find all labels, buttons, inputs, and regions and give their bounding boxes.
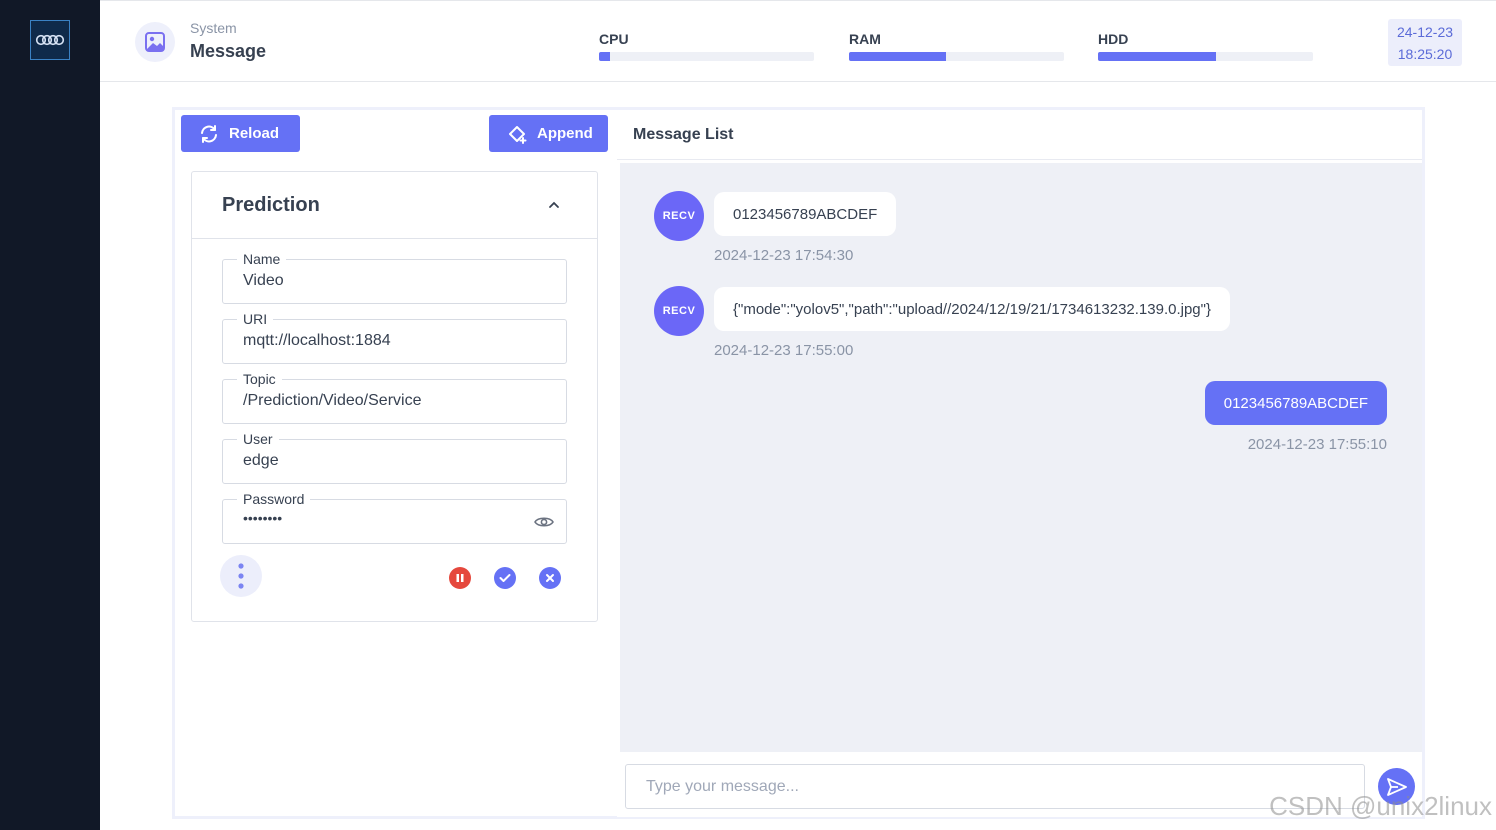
message-list-header: Message List (617, 110, 1422, 160)
page-title: Message (190, 41, 267, 61)
append-button[interactable]: Append (489, 115, 608, 152)
clock-date: 24-12-23 (1396, 24, 1454, 40)
sent-message-bubble: 0123456789ABCDEF (1204, 381, 1387, 425)
cancel-button[interactable] (539, 567, 561, 589)
recv-avatar: RECV (654, 286, 704, 336)
password-field-value[interactable]: •••••••• (243, 510, 282, 526)
ram-meter-fill (849, 52, 946, 61)
pause-button[interactable] (449, 567, 471, 589)
name-field[interactable]: Name Video (222, 250, 567, 304)
name-field-label: Name (237, 250, 287, 268)
password-field-label: Password (237, 490, 311, 508)
password-field[interactable]: Password •••••••• (222, 490, 567, 544)
message-timestamp: 2024-12-23 17:55:00 (714, 342, 854, 359)
message-timestamp: 2024-12-23 17:55:10 (1247, 436, 1387, 453)
image-icon (135, 22, 175, 62)
logo-icon[interactable] (30, 20, 70, 60)
append-icon (509, 125, 527, 144)
clock-time: 18:25:20 (1397, 46, 1453, 62)
cpu-label: CPU (599, 31, 629, 47)
reload-icon (201, 124, 217, 143)
watermark: CSDN @unix2linux (1269, 791, 1492, 821)
topic-field[interactable]: Topic /Prediction/Video/Service (222, 370, 567, 424)
hdd-label: HDD (1098, 31, 1129, 47)
confirm-button[interactable] (494, 567, 516, 589)
card-title: Prediction (222, 194, 320, 216)
user-field[interactable]: User edge (222, 430, 567, 484)
message-area[interactable]: RECV 0123456789ABCDEF 2024-12-23 17:54:3… (620, 163, 1422, 752)
uri-field-label: URI (237, 310, 274, 328)
eye-icon[interactable] (534, 514, 554, 530)
cpu-meter: CPU (599, 31, 814, 61)
prediction-card: Prediction Name Video URI mqtt://localho… (191, 171, 598, 622)
message-list-title: Message List (633, 126, 734, 143)
reload-label: Reload (229, 125, 280, 142)
message-bubble: {"mode":"yolov5","path":"upload//2024/12… (714, 287, 1230, 331)
more-options-button[interactable] (220, 555, 262, 597)
more-vert-icon (238, 563, 244, 589)
uri-field-value[interactable]: mqtt://localhost:1884 (243, 332, 391, 350)
reload-button[interactable]: Reload (181, 115, 300, 152)
hdd-meter-fill (1098, 52, 1217, 61)
card-header[interactable]: Prediction (192, 172, 597, 239)
ram-meter: RAM (849, 31, 1064, 61)
chevron-up-icon[interactable] (547, 198, 561, 212)
close-icon (546, 574, 554, 582)
append-label: Append (537, 125, 593, 142)
breadcrumb-parent: System (190, 20, 237, 36)
topic-field-value[interactable]: /Prediction/Video/Service (243, 392, 421, 410)
cpu-meter-fill (599, 52, 610, 61)
uri-field[interactable]: URI mqtt://localhost:1884 (222, 310, 567, 364)
clock-badge: 24-12-23 18:25:20 (1388, 19, 1462, 66)
message-bubble: 0123456789ABCDEF (714, 192, 897, 236)
pause-icon (456, 574, 464, 582)
hdd-meter: HDD (1098, 31, 1313, 61)
name-field-value[interactable]: Video (243, 272, 284, 290)
top-header: System Message CPU RAM HDD 24-12-23 18:2… (100, 0, 1496, 82)
sidebar (0, 0, 100, 830)
user-field-label: User (237, 430, 279, 448)
message-input[interactable] (625, 764, 1365, 809)
ram-label: RAM (849, 31, 881, 47)
message-timestamp: 2024-12-23 17:54:30 (714, 247, 854, 264)
topic-field-label: Topic (237, 370, 282, 388)
check-icon (499, 574, 511, 582)
recv-avatar: RECV (654, 191, 704, 241)
user-field-value[interactable]: edge (243, 452, 279, 470)
